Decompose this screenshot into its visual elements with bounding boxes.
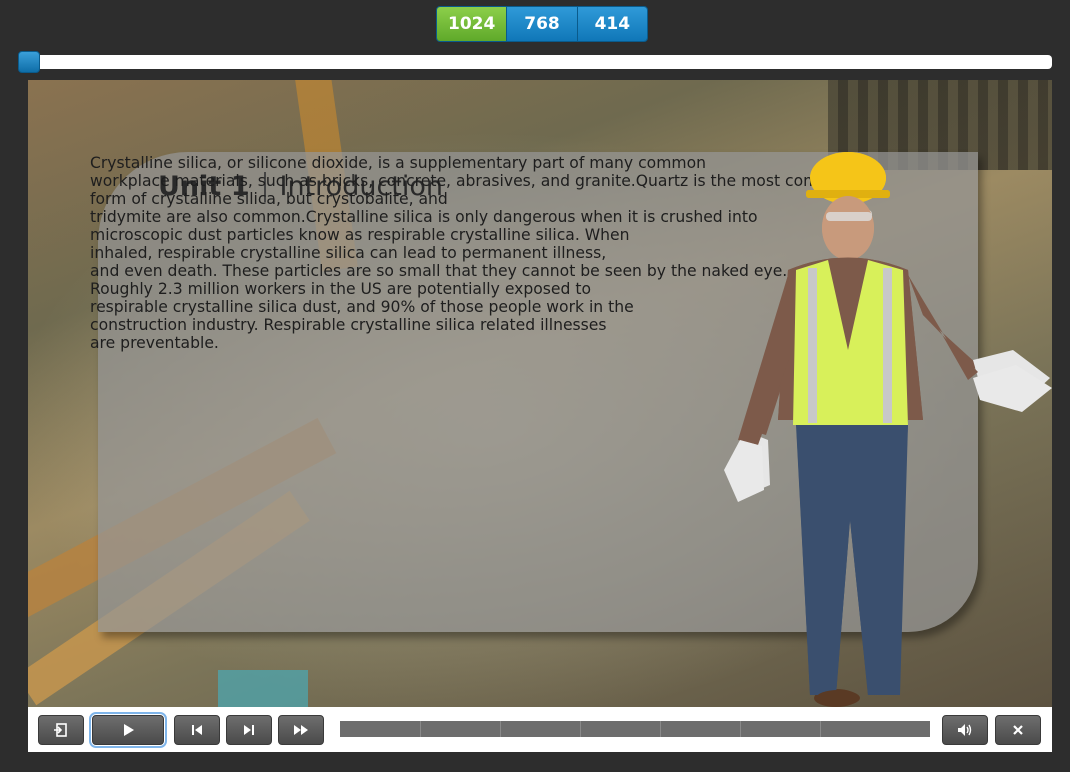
play-button[interactable]: [89, 712, 167, 748]
timeline-tick: [660, 721, 661, 737]
exit-button[interactable]: [38, 715, 84, 745]
player-control-bar: [28, 707, 1052, 752]
previous-button[interactable]: [174, 715, 220, 745]
timeline-tick: [820, 721, 821, 737]
playback-timeline[interactable]: [340, 721, 930, 737]
volume-icon: [958, 724, 972, 736]
volume-button[interactable]: [942, 715, 988, 745]
skip-forward-icon: [244, 725, 254, 735]
background-block: [218, 670, 308, 707]
close-button[interactable]: [995, 715, 1041, 745]
resolution-option-414[interactable]: 414: [576, 7, 647, 41]
skip-back-icon: [192, 725, 202, 735]
course-progress-track[interactable]: [18, 55, 1052, 69]
timeline-tick: [500, 721, 501, 737]
close-icon: [1013, 725, 1023, 735]
course-progress-handle[interactable]: [18, 51, 40, 73]
play-icon: [124, 724, 134, 736]
resolution-switcher: 1024 768 414: [436, 6, 648, 42]
presenter-overlay: [724, 152, 1052, 706]
timeline-tick: [740, 721, 741, 737]
exit-icon: [54, 723, 67, 737]
resolution-option-768[interactable]: 768: [506, 7, 577, 41]
fast-forward-icon: [294, 725, 308, 735]
timeline-tick: [580, 721, 581, 737]
fast-forward-button[interactable]: [278, 715, 324, 745]
next-button[interactable]: [226, 715, 272, 745]
timeline-tick: [420, 721, 421, 737]
resolution-option-1024[interactable]: 1024: [437, 7, 507, 41]
